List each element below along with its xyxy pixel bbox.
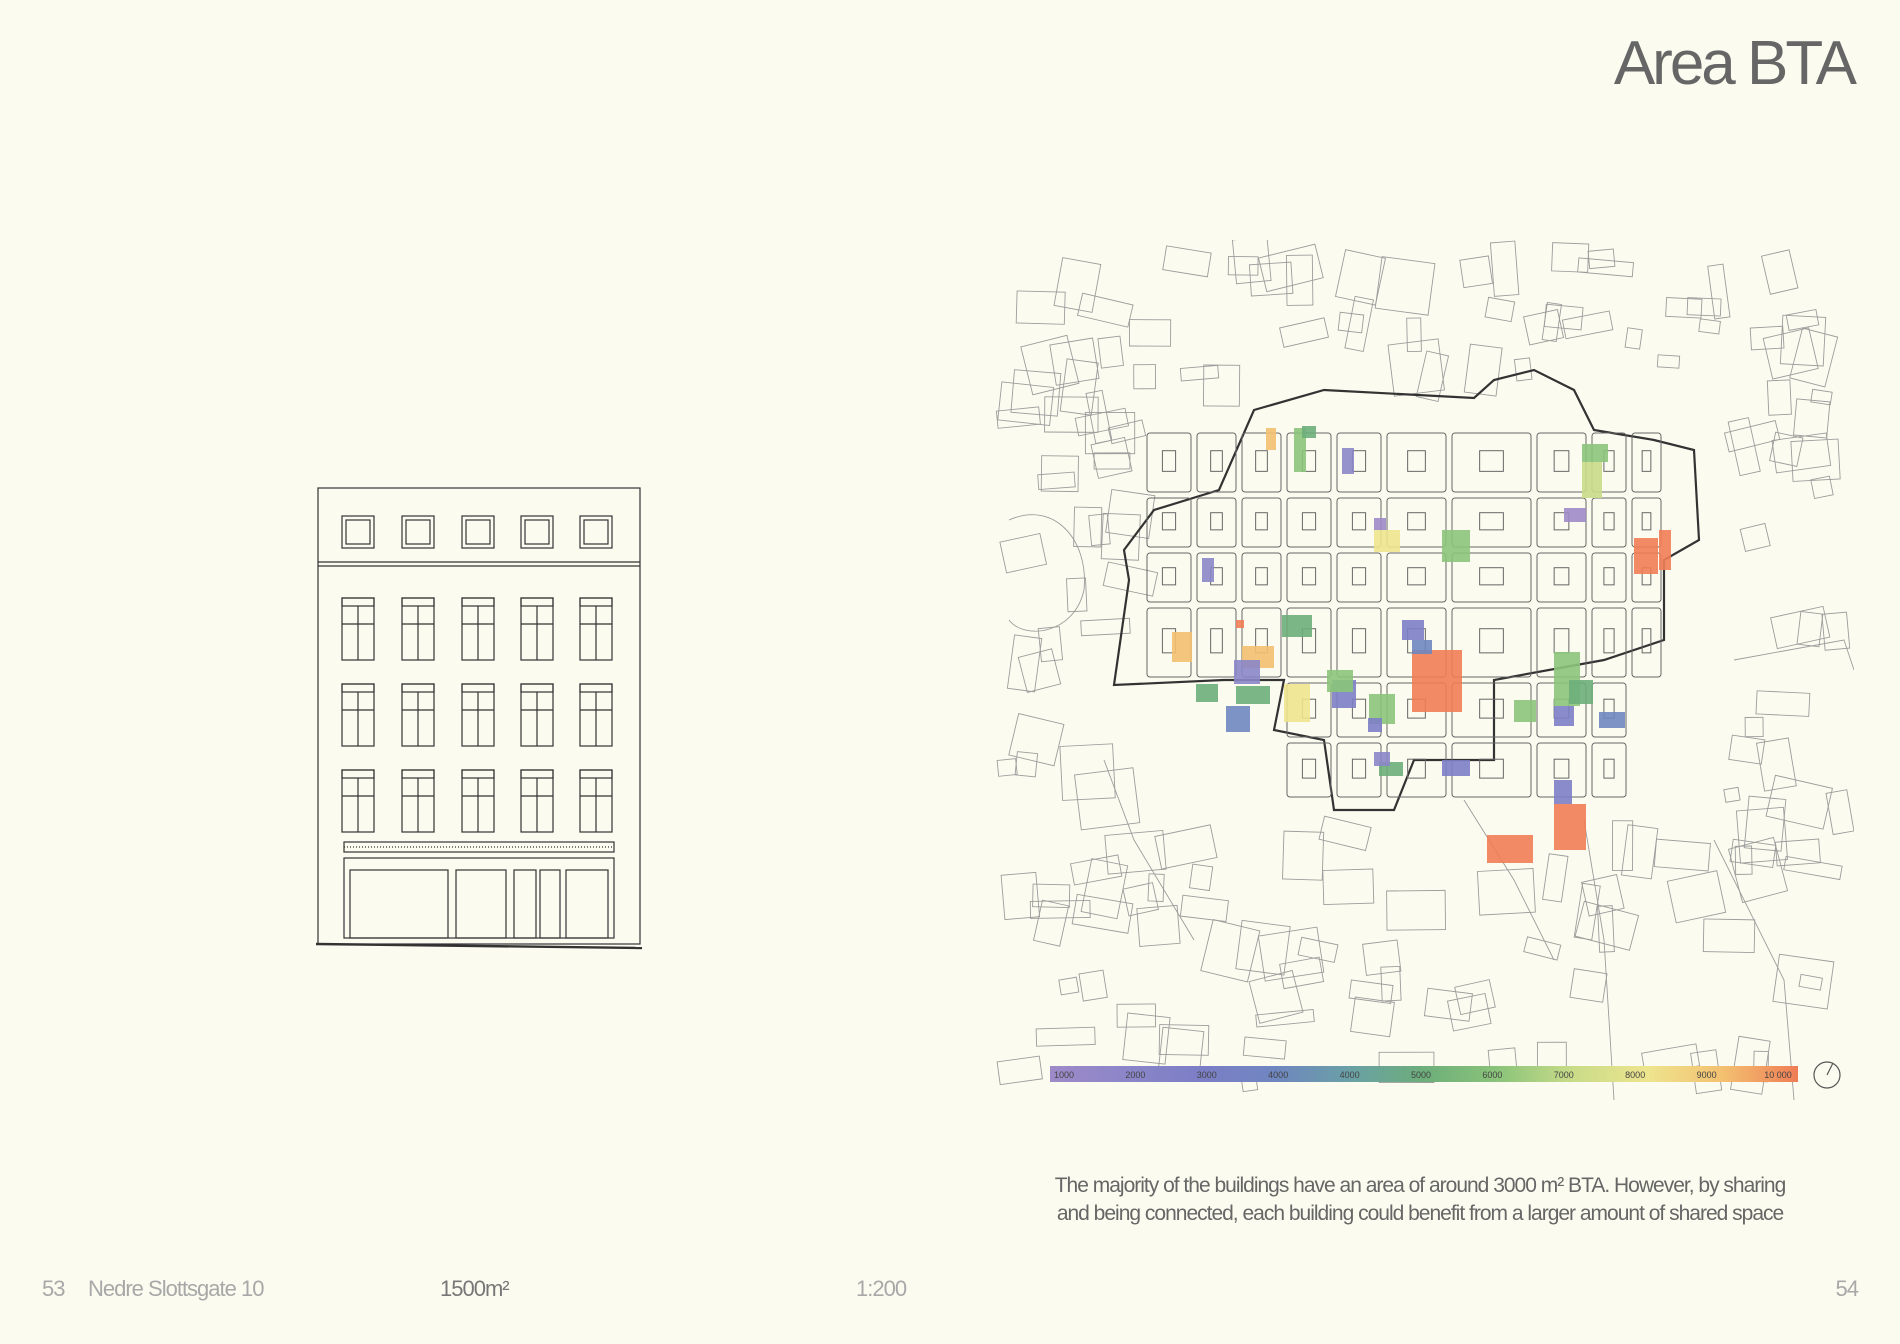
building-bta-patch [1582,462,1602,498]
study-area-outline [1112,368,1701,812]
building-bta-patch [1564,508,1586,522]
legend-tick-label: 5000 [1411,1070,1431,1080]
legend-tick-label: 6000 [1482,1070,1502,1080]
legend-tick-label: 9000 [1697,1070,1717,1080]
building-bta-patch [1554,780,1572,804]
legend-tick-label: 7000 [1554,1070,1574,1080]
building-bta-patch [1412,640,1432,654]
building-bta-patch [1634,538,1658,574]
page-number-left: 53 [42,1276,66,1301]
building-name: Nedre Slottsgate 10 [88,1276,264,1301]
building-bta-patch [1374,752,1390,766]
building-bta-patch [1374,530,1400,552]
caption-line-1: The majority of the buildings have an ar… [1054,1174,1787,1197]
building-bta-patch [1234,660,1260,684]
building-area: 1500m² [440,1276,510,1301]
area-legend: 1000 2000 3000 4000 4000 5000 6000 7000 8000 9000… [1050,1064,1800,1084]
building-bta-patch [1284,684,1310,722]
site-plan-map [995,240,1854,1101]
legend-tick-label: 8000 [1625,1070,1645,1080]
building-bta-patch [1236,620,1244,628]
building-bta-patch [1226,706,1250,732]
building-bta-patch [1569,680,1593,704]
building-bta-patch [1266,428,1276,450]
caption-text: The majority of the buildings have an ar… [1040,1172,1800,1228]
building-bta-patch [1442,530,1470,562]
building-bta-patch [1327,670,1353,692]
building-bta-patch [1196,684,1218,702]
building-bta-patch [1442,760,1470,776]
page-number-right: 54 [1835,1276,1860,1301]
building-bta-patch [1554,804,1586,850]
building-bta-patch [1202,558,1214,582]
legend-tick-label: 2000 [1125,1070,1145,1080]
caption-line-2: and being connected, each building could… [1056,1202,1784,1225]
legend-tick-label: 1000 [1054,1070,1074,1080]
building-bta-patch [1487,835,1533,863]
building-bta-patch [1302,426,1316,438]
building-bta-patch [1659,530,1671,570]
building-bta-patch [1582,444,1608,462]
building-bta-patch [1236,686,1270,704]
drawing-scale: 1:200 [856,1276,907,1301]
north-arrow-icon [1813,1061,1841,1089]
legend-tick-label: 4000 [1268,1070,1288,1080]
facade-elevation-drawing [316,487,642,950]
building-bta-patch [1412,650,1462,712]
building-bta-patch [1374,518,1386,530]
building-bta-patch [1599,712,1625,728]
building-bta-patch [1554,706,1574,726]
building-bta-patch [1402,620,1424,640]
legend-tick-label: 3000 [1197,1070,1217,1080]
page-title: Area BTA [1613,29,1857,98]
legend-tick-label: 10 000 [1764,1070,1792,1080]
building-bta-patch [1172,632,1192,662]
building-bta-patch [1514,700,1536,722]
legend-bar: 1000 2000 3000 4000 4000 5000 6000 7000 8000 9000… [1050,1066,1798,1082]
legend-tick-label: 4000 [1340,1070,1360,1080]
building-bta-patch [1368,718,1382,732]
building-bta-patch [1282,615,1312,637]
building-bta-patch [1342,448,1354,474]
